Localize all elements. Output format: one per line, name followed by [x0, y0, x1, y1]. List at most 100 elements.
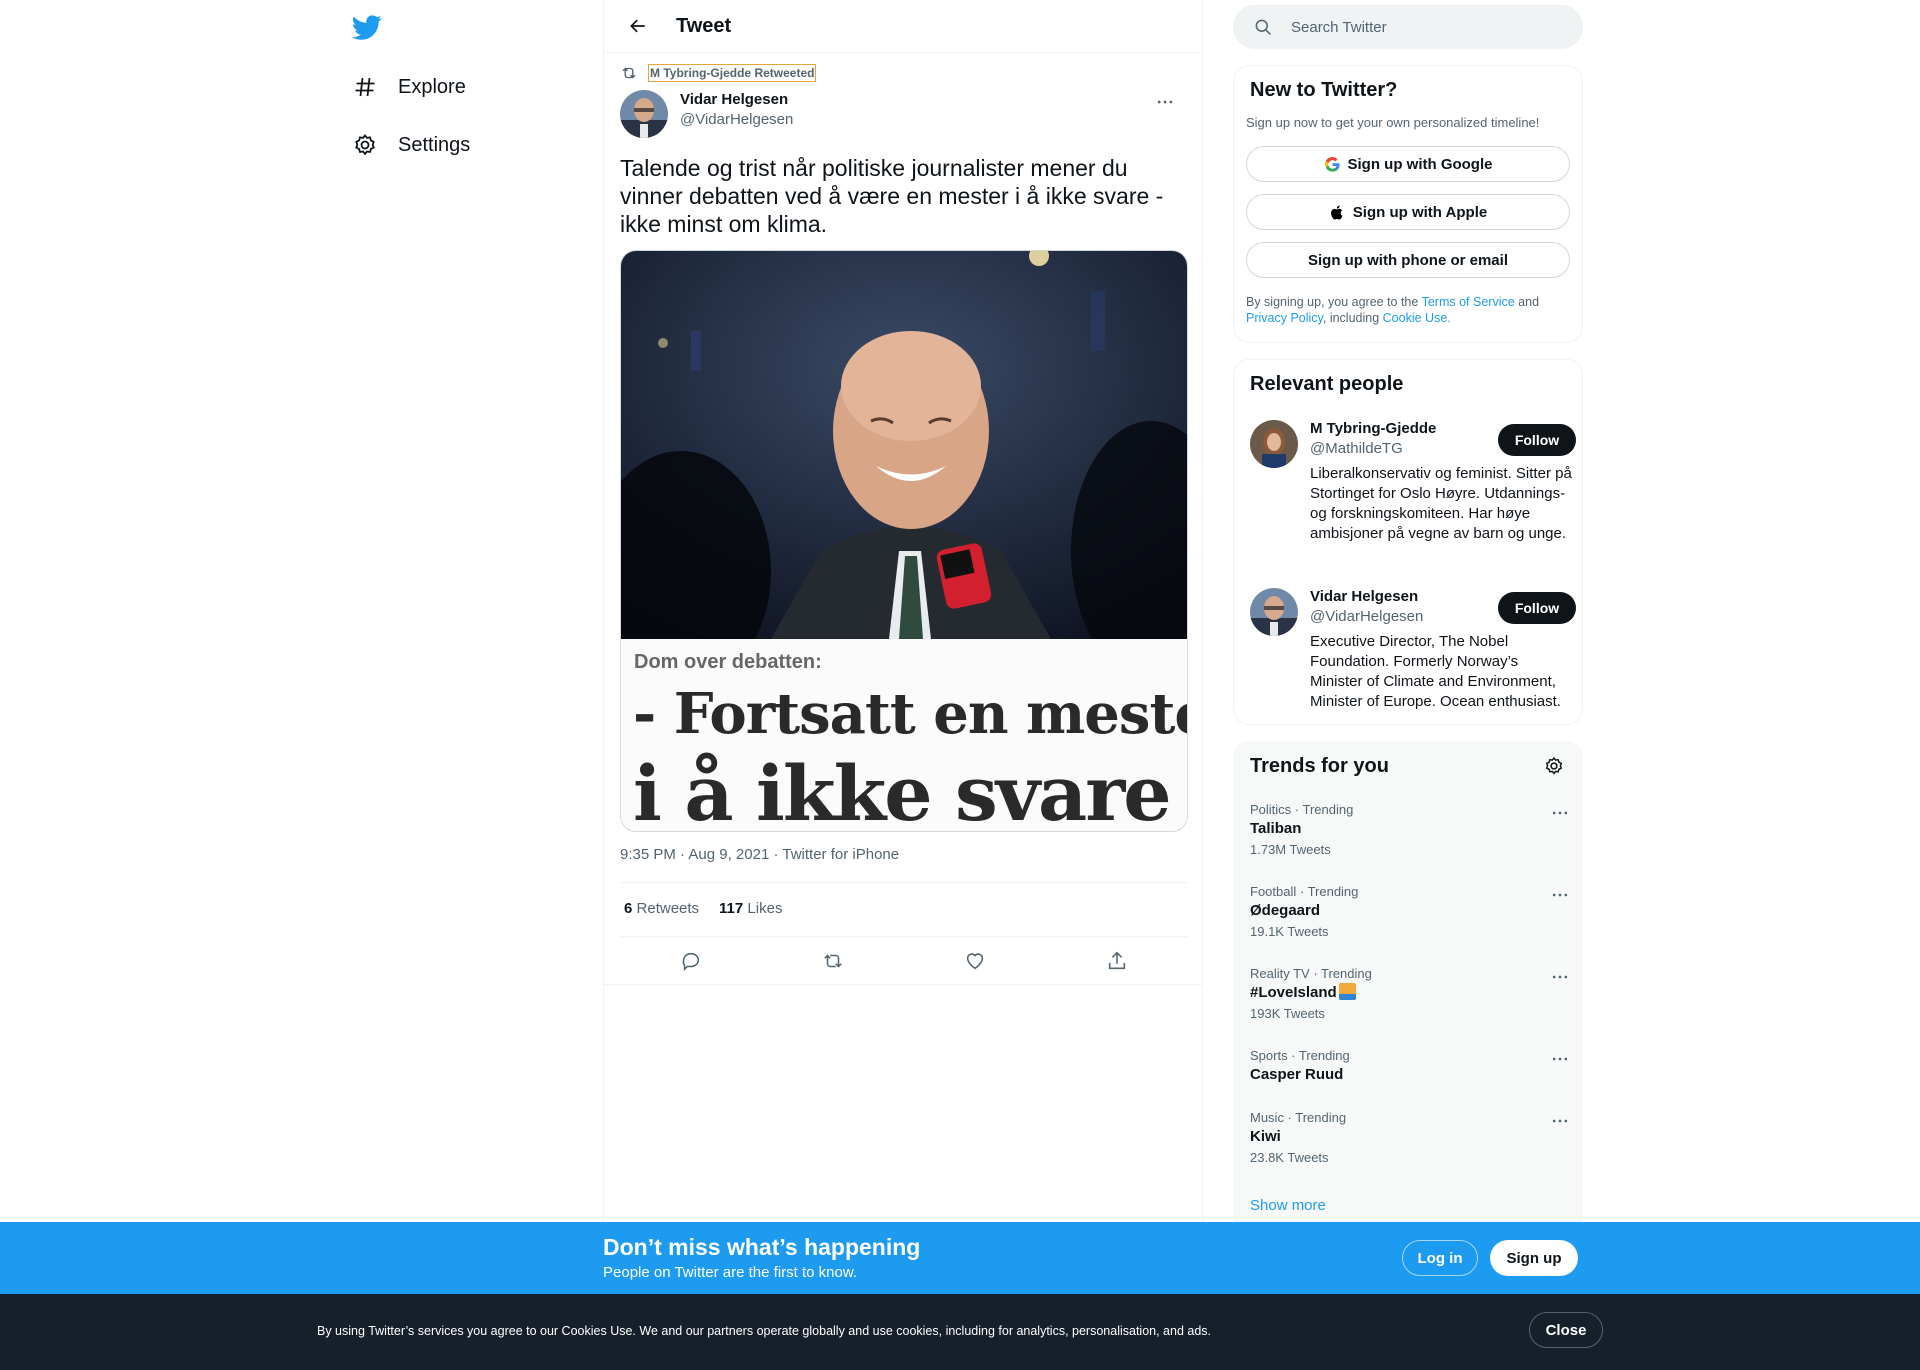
avatar[interactable] — [620, 90, 668, 138]
cookie-use-link[interactable]: Cookie Use. — [1383, 311, 1451, 325]
more-button[interactable] — [1150, 90, 1180, 114]
share-button[interactable] — [1100, 944, 1134, 978]
trend-meta: Politics · Trending — [1250, 802, 1354, 817]
trend-name: Taliban — [1250, 820, 1302, 837]
divider — [620, 882, 1188, 883]
more-dots-icon — [1552, 811, 1568, 815]
retweet-button[interactable] — [816, 944, 850, 978]
nav-explore[interactable]: Explore — [352, 67, 466, 107]
signup-phone-email-label: Sign up with phone or email — [1307, 251, 1508, 269]
author-handle[interactable]: @VidarHelgesen — [680, 110, 793, 130]
person-handle[interactable]: @VidarHelgesen — [1310, 608, 1423, 625]
search-input[interactable] — [1291, 18, 1551, 36]
hashtag-icon — [352, 74, 378, 100]
main-header: Tweet — [604, 0, 1202, 53]
search-icon — [1255, 19, 1272, 36]
person-name[interactable]: M Tybring-Gjedde — [1310, 420, 1436, 437]
tweet-media-image[interactable]: Dom over debatten: - Fortsatt en mester … — [620, 250, 1188, 832]
trends-settings-button[interactable] — [1544, 756, 1566, 778]
trend-item[interactable]: Music · Trending Kiwi 23.8K Tweets — [1250, 1110, 1570, 1168]
signup-google-button[interactable]: Sign up with Google — [1246, 146, 1570, 182]
login-button[interactable]: Log in — [1402, 1240, 1478, 1276]
search-box[interactable] — [1233, 5, 1583, 49]
trends-card: Trends for you Politics · Trending Talib… — [1233, 741, 1583, 1241]
likes-stat[interactable]: 117 Likes — [719, 900, 782, 917]
avatar[interactable] — [1250, 588, 1298, 636]
trend-more-button[interactable] — [1548, 804, 1572, 822]
follow-button[interactable]: Follow — [1498, 424, 1576, 456]
more-dots-icon — [1157, 100, 1173, 104]
trend-item[interactable]: Politics · Trending Taliban 1.73M Tweets — [1250, 802, 1570, 860]
trend-count: 19.1K Tweets — [1250, 924, 1329, 939]
trend-item[interactable]: Reality TV · Trending #LoveIsland 193K T… — [1250, 966, 1570, 1024]
trends-title: Trends for you — [1250, 755, 1389, 777]
trend-more-button[interactable] — [1548, 1050, 1572, 1068]
person-name[interactable]: Vidar Helgesen — [1310, 588, 1418, 605]
trend-more-button[interactable] — [1548, 1112, 1572, 1130]
heart-icon — [966, 953, 984, 970]
person-bio: Liberalkonservativ og feminist. Sitter p… — [1310, 465, 1572, 542]
main-column: Tweet M Tybring-Gjedde Retweeted Vidar H… — [603, 0, 1203, 1370]
signup-apple-button[interactable]: Sign up with Apple — [1246, 194, 1570, 230]
trend-count: 1.73M Tweets — [1250, 842, 1331, 857]
like-button[interactable] — [958, 944, 992, 978]
back-button[interactable] — [620, 8, 656, 44]
trend-more-button[interactable] — [1548, 968, 1572, 986]
trend-name: Casper Ruud — [1250, 1066, 1344, 1083]
avatar[interactable] — [1250, 420, 1298, 468]
tweet-author: Vidar Helgesen @VidarHelgesen — [620, 90, 1188, 138]
trend-name: Ødegaard — [1250, 902, 1321, 919]
trend-count: 23.8K Tweets — [1250, 1150, 1329, 1165]
media-caption-line1: - Fortsatt en mester — [633, 681, 1188, 747]
tweet-time-link[interactable]: 9:35 PM · Aug 9, 2021 — [620, 846, 769, 863]
new-to-twitter-title: New to Twitter? — [1250, 79, 1398, 101]
tweet-meta: 9:35 PM · Aug 9, 2021 · Twitter for iPho… — [620, 846, 899, 863]
more-dots-icon — [1552, 975, 1568, 979]
trend-name: #LoveIsland — [1250, 982, 1570, 1004]
trend-meta: Music · Trending — [1250, 1110, 1347, 1125]
cookie-bar: By using Twitter’s services you agree to… — [0, 1294, 1920, 1370]
privacy-link[interactable]: Privacy Policy — [1246, 311, 1323, 325]
nav-settings-label: Settings — [398, 133, 471, 156]
more-dots-icon — [1552, 1119, 1568, 1123]
gear-icon — [1545, 756, 1563, 775]
author-name[interactable]: Vidar Helgesen — [680, 90, 793, 110]
reply-button[interactable] — [674, 944, 708, 978]
media-caption: Dom over debatten: - Fortsatt en mester … — [621, 639, 1188, 831]
author-names: Vidar Helgesen @VidarHelgesen — [680, 90, 793, 138]
follow-button[interactable]: Follow — [1498, 592, 1576, 624]
google-icon — [1324, 155, 1342, 173]
signup-banner: Don’t miss what’s happening People on Tw… — [0, 1222, 1920, 1294]
page-title: Tweet — [676, 14, 732, 37]
retweets-stat[interactable]: 6 Retweets — [624, 900, 699, 917]
trend-meta: Football · Trending — [1250, 884, 1359, 899]
person-bio: Executive Director, The Nobel Foundation… — [1310, 633, 1561, 710]
trend-more-button[interactable] — [1548, 886, 1572, 904]
retweet-icon — [622, 67, 636, 79]
trend-item[interactable]: Sports · Trending Casper Ruud — [1250, 1048, 1570, 1086]
signup-apple-label: Sign up with Apple — [1352, 203, 1488, 221]
arrow-left-icon — [630, 19, 645, 33]
signup-button[interactable]: Sign up — [1490, 1240, 1578, 1276]
twitter-bird-icon[interactable] — [351, 12, 382, 42]
show-more-link[interactable]: Show more — [1250, 1197, 1326, 1214]
divider — [620, 936, 1188, 937]
retweeted-by-link[interactable]: M Tybring-Gjedde Retweeted — [648, 64, 817, 82]
tweet-stats: 6 Retweets 117 Likes — [624, 900, 782, 917]
apple-icon — [1329, 203, 1347, 221]
new-to-twitter-card: New to Twitter? Sign up now to get your … — [1233, 65, 1583, 343]
trend-item[interactable]: Football · Trending Ødegaard 19.1K Tweet… — [1250, 884, 1570, 942]
nav-settings[interactable]: Settings — [352, 125, 470, 165]
tweet-text: Talende og trist når politiske journalis… — [620, 155, 1164, 237]
signup-google-label: Sign up with Google — [1347, 155, 1493, 173]
tweet-source-link[interactable]: Twitter for iPhone — [782, 846, 899, 863]
cookie-close-button[interactable]: Close — [1529, 1312, 1603, 1348]
person-handle[interactable]: @MathildeTG — [1310, 440, 1403, 457]
media-photo — [621, 251, 1187, 691]
terms-link[interactable]: Terms of Service — [1422, 295, 1515, 309]
signup-phone-email-button[interactable]: Sign up with phone or email — [1246, 242, 1570, 278]
banner-title: Don’t miss what’s happening — [603, 1234, 921, 1260]
trend-meta: Reality TV · Trending — [1250, 966, 1372, 981]
more-dots-icon — [1552, 1057, 1568, 1061]
sunset-emoji-icon — [1338, 983, 1356, 1000]
